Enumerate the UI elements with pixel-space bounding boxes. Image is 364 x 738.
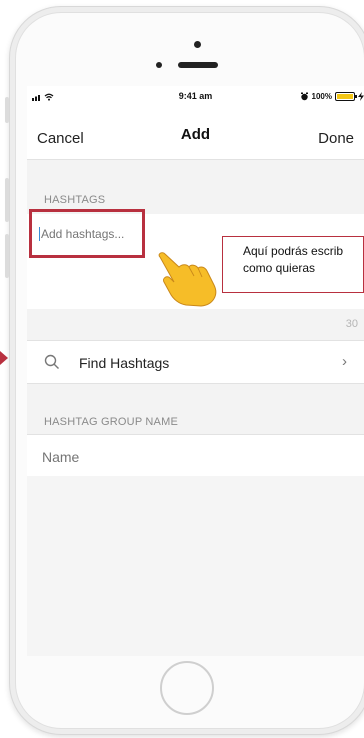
front-camera bbox=[194, 41, 201, 48]
group-name-row bbox=[27, 434, 364, 477]
app-screen: 9:41 am 100% Cancel Add Done HASHTAGS 30… bbox=[27, 86, 364, 656]
hashtags-section-label: HASHTAGS bbox=[44, 194, 106, 206]
search-icon bbox=[44, 354, 59, 369]
status-right: 100% bbox=[300, 92, 364, 101]
mute-switch bbox=[5, 97, 9, 123]
group-name-input[interactable] bbox=[42, 449, 242, 465]
find-hashtags-row[interactable]: Find Hashtags › bbox=[27, 340, 364, 384]
volume-down-button bbox=[5, 234, 9, 278]
find-hashtags-label: Find Hashtags bbox=[79, 355, 170, 371]
navigation-bar: Cancel Add Done bbox=[27, 108, 364, 160]
hashtags-highlight-box bbox=[29, 209, 145, 258]
home-button[interactable] bbox=[160, 661, 214, 715]
proximity-sensor bbox=[156, 62, 162, 68]
pointing-hand-icon bbox=[158, 252, 217, 307]
charging-icon bbox=[358, 92, 364, 101]
volume-up-button bbox=[5, 178, 9, 222]
tutorial-callout: Aquí podrás escrib como quieras bbox=[222, 236, 364, 293]
left-pointer-arrow bbox=[0, 351, 8, 365]
battery-percent: 100% bbox=[311, 92, 332, 101]
character-count: 30 bbox=[345, 318, 358, 330]
chevron-right-icon: › bbox=[342, 353, 347, 370]
empty-area bbox=[27, 476, 364, 656]
battery-icon bbox=[335, 92, 357, 101]
status-bar: 9:41 am 100% bbox=[27, 86, 364, 108]
callout-line-1: Aquí podrás escrib bbox=[243, 244, 344, 258]
page-title: Add bbox=[180, 126, 211, 143]
group-name-section-label: HASHTAG GROUP NAME bbox=[44, 416, 178, 428]
earpiece-speaker bbox=[178, 62, 218, 68]
done-button[interactable]: Done bbox=[318, 130, 354, 147]
callout-line-2: como quieras bbox=[243, 261, 316, 275]
alarm-icon bbox=[300, 92, 308, 101]
